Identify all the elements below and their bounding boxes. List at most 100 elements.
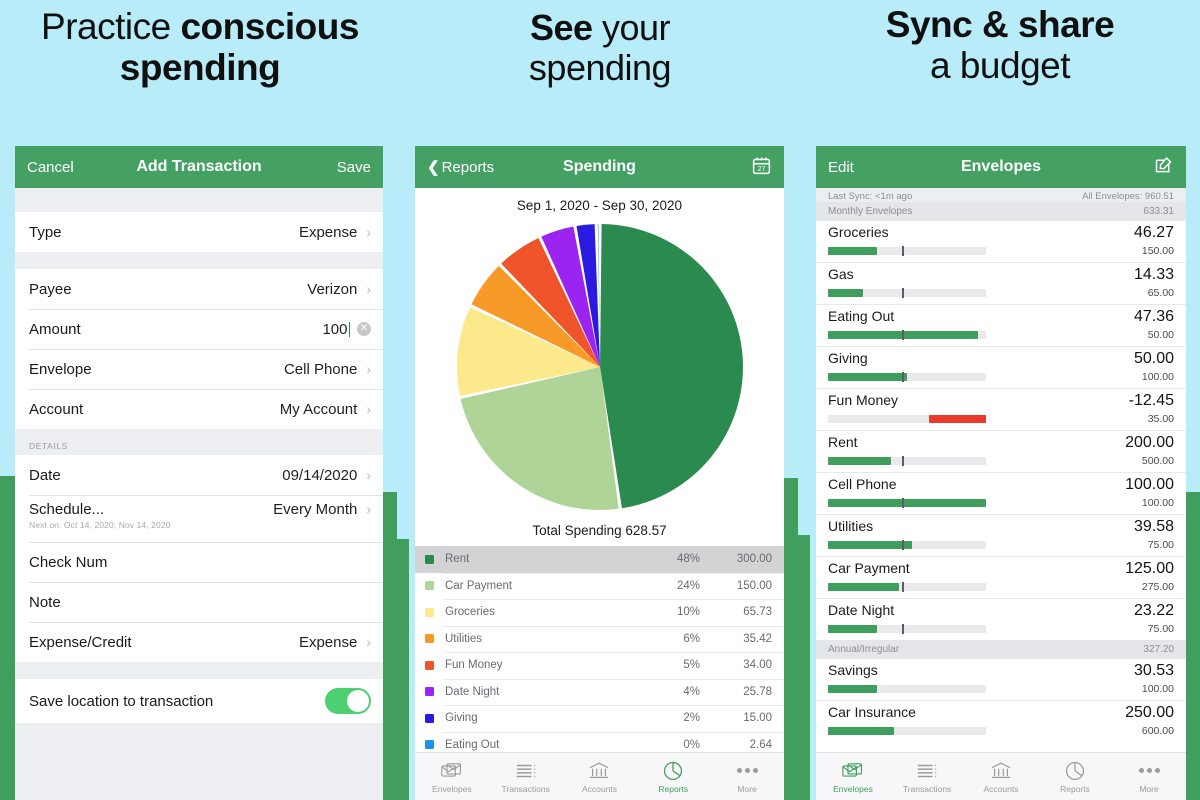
row-check-num[interactable]: Check Num — [15, 542, 383, 582]
envelope-row[interactable]: Giving 50.00 100.00 — [816, 346, 1186, 388]
tab-envelopes[interactable]: Envelopes — [415, 760, 489, 794]
envelope-group-header: Annual/Irregular 327.20 — [816, 640, 1186, 658]
envelope-balance: 30.53 — [1133, 662, 1174, 679]
tab-more[interactable]: More — [1112, 760, 1186, 794]
row-schedule[interactable]: Schedule... Next on: Oct 14, 2020; Nov 1… — [15, 495, 383, 542]
envelope-progress-fill — [828, 457, 892, 465]
legend-color-swatch — [425, 581, 434, 591]
legend-amount: 65.73 — [743, 606, 772, 619]
row-save-location-label: Save location to transaction — [29, 692, 214, 710]
compose-icon[interactable] — [1153, 155, 1174, 180]
clear-field-icon[interactable]: ✕ — [357, 322, 371, 336]
row-amount[interactable]: Amount 100 ✕ — [15, 309, 383, 349]
envelope-group-total: 327.20 — [1143, 643, 1174, 655]
headline-2: See your spending — [406, 7, 794, 89]
tab-accounts-label: Accounts — [983, 783, 1019, 794]
tab-reports[interactable]: Reports — [1038, 760, 1112, 794]
envelope-balance: 250.00 — [1125, 704, 1174, 721]
pie-slice-rent[interactable] — [599, 224, 743, 509]
envelope-row[interactable]: Date Night 23.22 75.00 — [816, 598, 1186, 640]
envelope-progress-bar — [828, 288, 986, 298]
tab-reports[interactable]: Reports — [636, 760, 710, 794]
legend-row[interactable]: Car Payment 24% 150.00 — [415, 572, 784, 600]
text-caret — [348, 321, 350, 337]
envelope-row[interactable]: Eating Out 47.36 50.00 — [816, 304, 1186, 346]
ellipsis-icon — [710, 760, 784, 782]
legend-percent: 0% — [683, 738, 700, 751]
tab-transactions[interactable]: Transactions — [890, 760, 964, 794]
headline-1-line1-light: Practice — [41, 6, 181, 47]
envelope-progress-fill — [828, 499, 986, 507]
spending-legend-list: Rent 48% 300.00 Car Payment 24% 150.00 Groceri… — [415, 546, 784, 758]
cancel-button[interactable]: Cancel — [27, 159, 74, 176]
envelope-row[interactable]: Rent 200.00 500.00 — [816, 430, 1186, 472]
legend-row[interactable]: Utilities 6% 35.42 — [415, 625, 784, 653]
envelope-balance: 23.22 — [1133, 602, 1174, 619]
envelope-progress-bar — [828, 372, 986, 382]
envelope-name: Giving — [828, 350, 868, 366]
tab-envelopes[interactable]: Envelopes — [816, 760, 890, 794]
legend-row[interactable]: Rent 48% 300.00 — [415, 546, 784, 573]
decorative-green-strip-gutter1-lower — [397, 539, 409, 800]
legend-category-name: Utilities — [445, 632, 483, 645]
envelope-progress-fill — [929, 415, 986, 423]
tab-more[interactable]: More — [710, 760, 784, 794]
envelope-name: Car Insurance — [828, 704, 916, 720]
legend-category-name: Giving — [445, 712, 478, 725]
tab-transactions[interactable]: Transactions — [489, 760, 563, 794]
row-save-location[interactable]: Save location to transaction — [15, 679, 383, 723]
envelope-progress-bar — [828, 540, 986, 550]
row-date[interactable]: Date 09/14/2020 › — [15, 455, 383, 495]
calendar-27-icon[interactable]: 27 — [751, 155, 772, 180]
legend-color-swatch — [425, 713, 434, 723]
tab-reports-label: Reports — [658, 783, 689, 794]
row-account[interactable]: Account My Account › — [15, 389, 383, 429]
envelope-row[interactable]: Groceries 46.27 150.00 — [816, 220, 1186, 262]
phone2-tabbar: Envelopes Transactions Accounts Reports … — [415, 752, 784, 800]
row-schedule-sub: Next on: Oct 14, 2020; Nov 14, 2020 — [29, 520, 171, 530]
amount-input[interactable]: 100 — [322, 321, 347, 338]
legend-color-swatch — [425, 740, 434, 750]
envelope-budget: 275.00 — [1141, 581, 1174, 593]
legend-row[interactable]: Date Night 4% 25.78 — [415, 678, 784, 706]
tab-accounts[interactable]: Accounts — [563, 760, 637, 794]
legend-percent: 10% — [676, 606, 700, 619]
envelope-row[interactable]: Car Insurance 250.00 600.00 — [816, 700, 1186, 742]
headline-1: Practice conscious spending — [6, 6, 394, 89]
row-envelope[interactable]: Envelope Cell Phone › — [15, 349, 383, 389]
decorative-green-strip-gutter1-upper — [383, 492, 397, 800]
pie-chart-icon — [1038, 760, 1112, 782]
tab-envelopes-label: Envelopes — [833, 783, 873, 794]
envelope-row[interactable]: Cell Phone 100.00 100.00 — [816, 472, 1186, 514]
save-location-toggle[interactable] — [325, 688, 371, 714]
envelope-row[interactable]: Utilities 39.58 75.00 — [816, 514, 1186, 556]
envelope-today-marker — [902, 582, 904, 592]
envelope-progress-fill — [828, 289, 863, 297]
envelope-row[interactable]: Gas 14.33 65.00 — [816, 262, 1186, 304]
row-note[interactable]: Note — [15, 582, 383, 622]
envelope-row[interactable]: Fun Money -12.45 35.00 — [816, 388, 1186, 430]
row-type-label: Type — [29, 223, 62, 241]
envelope-progress-bar — [828, 498, 986, 508]
transactions-icon — [890, 760, 964, 782]
edit-button[interactable]: Edit — [828, 159, 854, 176]
envelope-row[interactable]: Savings 30.53 100.00 — [816, 658, 1186, 700]
envelope-row[interactable]: Car Payment 125.00 275.00 — [816, 556, 1186, 598]
legend-amount: 150.00 — [736, 579, 772, 592]
tab-more-label: More — [737, 783, 757, 794]
legend-row[interactable]: Groceries 10% 65.73 — [415, 599, 784, 626]
save-button[interactable]: Save — [337, 159, 371, 176]
row-payee[interactable]: Payee Verizon › — [15, 269, 383, 309]
envelope-progress-fill — [828, 625, 877, 633]
tab-envelopes-label: Envelopes — [432, 783, 472, 794]
legend-amount: 34.00 — [743, 659, 772, 672]
legend-percent: 48% — [676, 553, 700, 566]
legend-row[interactable]: Giving 2% 15.00 — [415, 705, 784, 732]
row-expense-credit[interactable]: Expense/Credit Expense › — [15, 622, 383, 662]
row-type[interactable]: Type Expense › — [15, 212, 383, 252]
tab-accounts[interactable]: Accounts — [964, 760, 1038, 794]
phone3-tabbar: Envelopes Transactions Accounts Reports … — [816, 752, 1186, 800]
back-to-reports-button[interactable]: ❮ Reports — [427, 158, 494, 176]
legend-amount: 2.64 — [749, 738, 772, 751]
legend-row[interactable]: Fun Money 5% 34.00 — [415, 652, 784, 679]
